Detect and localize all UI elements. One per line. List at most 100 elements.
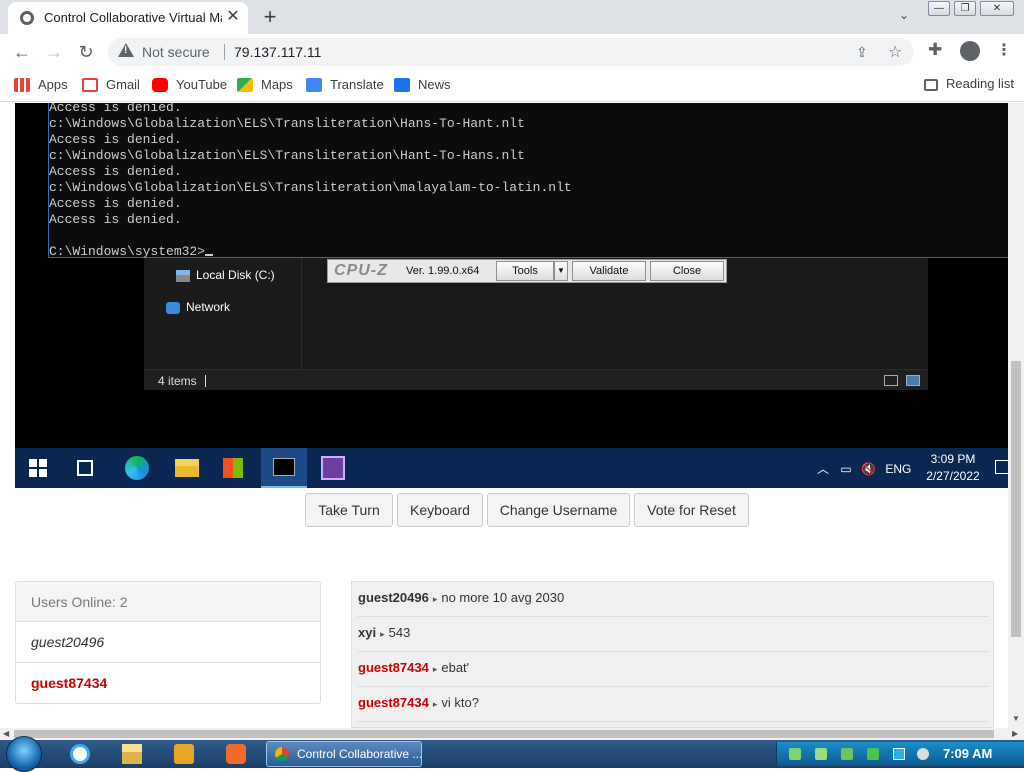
tab-search-icon[interactable]: ⌄ [892, 8, 916, 28]
scroll-right-icon[interactable]: ▶ [1012, 729, 1018, 738]
volume-muted-icon[interactable]: 🔇 [861, 462, 876, 476]
bookmarks-bar: Apps Gmail YouTube Maps Translate News R… [0, 70, 1024, 102]
console-line: c:\Windows\Globalization\ELS\Translitera… [49, 180, 572, 195]
browser-tab[interactable]: Control Collaborative Virtual Mac ✕ [8, 2, 248, 34]
more-menu-icon[interactable]: ⋮ [996, 40, 1012, 60]
bookmark-star-icon[interactable]: ☆ [888, 42, 902, 62]
scroll-down-icon[interactable]: ▼ [1012, 714, 1020, 723]
vote-reset-button[interactable]: Vote for Reset [634, 493, 749, 527]
start-orb-icon[interactable] [6, 736, 42, 772]
tray-app-icon[interactable] [841, 748, 853, 760]
chevron-up-icon[interactable]: ︿ [817, 462, 829, 476]
tray-app-icon[interactable] [917, 748, 929, 760]
notifications-icon[interactable] [995, 460, 1009, 474]
user-list-item[interactable]: guest87434 [16, 663, 320, 704]
media-player-icon[interactable] [174, 744, 194, 764]
cpuz-tools-dropdown-icon[interactable]: ▼ [554, 261, 568, 281]
chat-text: vi kto? [441, 695, 479, 710]
tab-title: Control Collaborative Virtual Mac [44, 10, 222, 25]
windows-start-icon[interactable] [29, 459, 47, 477]
chat-log[interactable]: guest20496 ▸ no more 10 avg 2030 xyi ▸ 543 g… [351, 581, 994, 728]
edge-icon[interactable] [125, 456, 149, 480]
command-prompt-icon [273, 458, 295, 476]
vm-screen[interactable]: Access is denied. c:\Windows\Globalizatio… [15, 103, 1009, 488]
cpuz-tools-button[interactable]: Tools [496, 261, 554, 281]
host-clock[interactable]: 7:09 AM [943, 746, 992, 761]
chat-message: xyi ▸ 543 [358, 617, 988, 652]
cpuz-icon[interactable] [321, 456, 345, 480]
keyboard-button[interactable]: Keyboard [397, 493, 483, 527]
bookmark-youtube[interactable]: YouTube [152, 76, 227, 96]
back-icon[interactable]: ← [10, 40, 34, 64]
tab-strip: Control Collaborative Virtual Mac ✕ + ⌄ … [0, 0, 1024, 34]
console-output: Access is denied. c:\Windows\Globalizatio… [49, 103, 572, 260]
page-vertical-scrollbar[interactable]: ▼ [1008, 103, 1024, 728]
address-bar[interactable]: Not secure 79.137.117.11 ⇪ ☆ [108, 38, 914, 66]
restore-button[interactable]: ❐ [954, 1, 976, 16]
console-line: Access is denied. [49, 103, 182, 115]
display-tray-icon[interactable] [893, 748, 905, 760]
tray-app-icon[interactable] [867, 748, 879, 760]
store-icon[interactable] [223, 458, 243, 478]
maps-icon [237, 77, 253, 92]
horizontal-scroll-thumb[interactable] [14, 730, 994, 738]
details-view-icon[interactable] [884, 375, 898, 386]
users-online-header: Users Online: 2 [16, 582, 320, 622]
browser-toolbar: ← → ↻ Not secure 79.137.117.11 ⇪ ☆ ✚ ⋮ [0, 34, 1024, 70]
chevron-right-icon: ▸ [432, 594, 438, 604]
internet-explorer-icon[interactable] [70, 744, 90, 764]
extensions-icon[interactable]: ✚ [928, 40, 942, 60]
close-window-button[interactable]: ✕ [980, 1, 1014, 16]
minimize-button[interactable]: — [928, 1, 950, 16]
bookmark-maps[interactable]: Maps [237, 76, 293, 96]
take-turn-button[interactable]: Take Turn [305, 493, 393, 527]
nav-local-disk[interactable]: Local Disk (C:) [176, 268, 275, 282]
new-tab-button[interactable]: + [256, 4, 284, 32]
windows-explorer-icon[interactable] [122, 744, 142, 764]
change-username-button[interactable]: Change Username [487, 493, 630, 527]
chat-username: guest87434 [358, 695, 429, 710]
vm-clock[interactable]: 3:09 PM 2/27/2022 [923, 451, 983, 485]
chrome-icon [275, 747, 289, 761]
user-list-item[interactable]: guest20496 [16, 622, 320, 663]
network-tray-icon[interactable]: ▭ [840, 462, 851, 476]
large-icons-view-icon[interactable] [906, 375, 920, 386]
scroll-left-icon[interactable]: ◀ [3, 729, 9, 738]
share-icon[interactable]: ⇪ [856, 44, 868, 61]
task-view-icon[interactable] [77, 460, 93, 476]
taskbar-cmd-active[interactable] [261, 448, 307, 488]
app-icon[interactable] [226, 744, 246, 764]
warning-icon[interactable] [118, 43, 134, 57]
url-text[interactable]: 79.137.117.11 [234, 44, 321, 60]
security-label[interactable]: Not secure [142, 44, 210, 60]
username: guest87434 [31, 675, 108, 691]
cpuz-validate-button[interactable]: Validate [572, 261, 646, 281]
profile-avatar[interactable] [960, 41, 980, 61]
chat-message: guest20496 ▸ no more 10 avg 2030 [358, 582, 988, 617]
forward-icon[interactable]: → [42, 40, 66, 64]
explorer-status-bar: 4 items [144, 369, 928, 390]
vm-system-tray: ︿ ▭ 🔇 ENG [817, 460, 911, 477]
page-horizontal-scrollbar[interactable]: ◀ ▶ [0, 728, 1024, 740]
reload-icon[interactable]: ↻ [74, 40, 98, 64]
console-line: c:\Windows\Globalization\ELS\Translitera… [49, 148, 525, 163]
nav-network[interactable]: Network [166, 300, 230, 314]
status-divider [205, 375, 206, 387]
console-line: Access is denied. [49, 132, 182, 147]
taskbar-chrome-button[interactable]: Control Collaborative ... [266, 741, 422, 767]
file-explorer-icon[interactable] [175, 459, 199, 477]
chat-text: ebat' [441, 660, 470, 675]
tab-close-icon[interactable]: ✕ [224, 8, 242, 26]
tray-app-icon[interactable] [789, 748, 801, 760]
cpuz-close-button[interactable]: Close [650, 261, 724, 281]
chat-message: guest87434 ▸ vi kto? [358, 687, 988, 722]
bookmark-apps[interactable]: Apps [14, 76, 68, 96]
vertical-scroll-thumb[interactable] [1011, 361, 1021, 637]
language-indicator[interactable]: ENG [885, 462, 911, 476]
bookmark-gmail[interactable]: Gmail [82, 76, 140, 96]
bookmark-news[interactable]: News [394, 76, 451, 96]
reading-list[interactable]: Reading list [924, 76, 1014, 91]
tray-app-icon[interactable] [815, 748, 827, 760]
bookmark-translate[interactable]: Translate [306, 76, 384, 96]
